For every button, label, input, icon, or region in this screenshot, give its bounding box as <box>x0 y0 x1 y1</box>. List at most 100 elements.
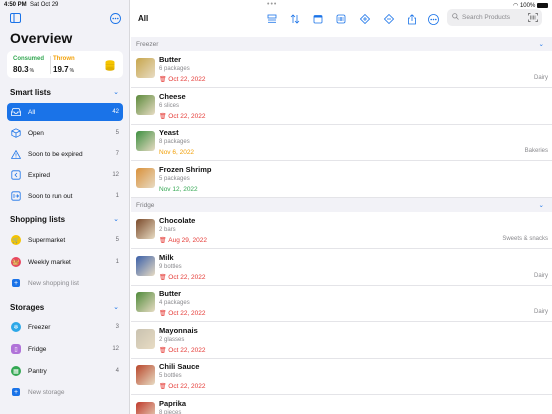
sidebar-item-label: Weekly market <box>28 258 71 266</box>
sidebar-item-label: Open <box>28 129 44 137</box>
product-quantity: 2 glasses <box>159 336 185 343</box>
sidebar-toggle-icon[interactable] <box>10 13 21 23</box>
product-name: Milk <box>159 252 174 262</box>
expiry-date-text: Aug 29, 2022 <box>168 237 207 244</box>
sidebar-item-label: Soon to be expired <box>28 150 83 158</box>
sidebar-item-label: All <box>28 108 36 116</box>
product-quantity: 8 pieces <box>159 409 182 414</box>
barcode-list-icon[interactable] <box>335 13 347 25</box>
product-name: Frozen Shrimp <box>159 164 212 174</box>
page-title: Overview <box>10 30 73 46</box>
list-item[interactable]: Milk 9 bottles 🗑 Oct 22, 2022 Dairy <box>131 250 552 286</box>
thrown-label: Thrown <box>53 56 75 62</box>
list-item[interactable]: Chocolate 2 bars 🗑 Aug 29, 2022 Sweets & sn… <box>131 213 552 249</box>
sidebar-item-fridge[interactable]: ▯ Fridge 12 <box>7 340 123 358</box>
sidebar-item-count: 42 <box>112 109 119 115</box>
expiry-date-text: Oct 22, 2022 <box>168 383 206 390</box>
chevron-down-icon[interactable]: ⌄ <box>539 40 544 48</box>
product-expiry-date: 🗑 Oct 22, 2022 <box>159 347 206 354</box>
expiry-date-text: Oct 22, 2022 <box>168 310 206 317</box>
trash-icon: 🗑 <box>159 238 169 244</box>
product-quantity: 6 packages <box>159 66 190 72</box>
list-item[interactable]: Yeast 8 packages Nov 6, 2022 Bakeries <box>131 125 552 161</box>
list-item[interactable]: Paprika 8 pieces <box>131 396 552 414</box>
sidebar-item-expired[interactable]: Expired 12 <box>7 166 123 184</box>
list-item[interactable]: Butter 6 packages 🗑 Oct 22, 2022 Dairy <box>131 52 552 88</box>
status-time: 4:50 PM Sat Oct 29 <box>4 2 58 8</box>
sidebar-item-label: Pantry <box>28 367 47 375</box>
basket-icon: 🧺 <box>11 257 21 267</box>
sidebar-item-pantry[interactable]: ▦ Pantry 4 <box>7 362 123 380</box>
new-storage-button[interactable]: + New storage <box>7 383 123 401</box>
product-name: Cheese <box>159 91 186 101</box>
product-quantity: 9 bottles <box>159 263 182 270</box>
sidebar-item-label: Soon to run out <box>28 192 73 200</box>
storages-heading: Storages <box>10 303 45 312</box>
product-thumbnail <box>136 328 155 349</box>
date-text: Sat Oct 29 <box>30 2 59 8</box>
product-name: Mayonnais <box>159 325 198 335</box>
search-field[interactable]: Search Products <box>447 9 542 26</box>
product-category: Dairy <box>533 75 548 81</box>
barcode-scan-icon[interactable] <box>528 13 538 24</box>
list-item[interactable]: Chili Sauce 5 bottles 🗑 Oct 22, 2022 <box>131 359 552 395</box>
expiry-date-text: Oct 22, 2022 <box>168 76 206 83</box>
new-shopping-list-button[interactable]: + New shopping list <box>7 274 123 292</box>
product-quantity: 2 bars <box>159 227 176 233</box>
product-expiry-date: 🗑 Oct 22, 2022 <box>159 383 206 390</box>
sidebar-item-all[interactable]: All 42 <box>7 103 123 121</box>
consumed-value: 80.3% <box>13 65 35 74</box>
expiry-date-text: Oct 22, 2022 <box>168 346 206 354</box>
more-options-icon[interactable] <box>110 13 121 24</box>
sort-icon[interactable] <box>289 13 301 25</box>
share-icon[interactable] <box>406 13 418 25</box>
more-icon[interactable] <box>427 13 439 25</box>
sidebar-item-count: 12 <box>112 346 119 352</box>
product-name: Butter <box>159 289 182 298</box>
list-item[interactable]: Cheese 6 slices 🗑 Oct 22, 2022 <box>131 89 552 125</box>
trash-icon: 🗑 <box>159 347 169 354</box>
sidebar-item-soon-expired[interactable]: Soon to be expired 7 <box>7 145 123 163</box>
sidebar-item-freezer[interactable]: ❄ Freezer 3 <box>7 318 123 336</box>
sidebar-item-label: Expired <box>28 171 51 179</box>
product-name: Chocolate <box>159 216 196 225</box>
list-item[interactable]: Mayonnais 2 glasses 🗑 Oct 22, 2022 <box>131 323 552 359</box>
trash-icon: 🗑 <box>159 311 169 317</box>
product-expiry-date: Nov 6, 2022 <box>159 149 194 156</box>
list-item[interactable]: Butter 4 packages 🗑 Oct 22, 2022 Dairy <box>131 286 552 322</box>
sidebar-item-weekly-market[interactable]: 🧺 Weekly market 1 <box>7 253 123 271</box>
sidebar-item-count: 5 <box>115 130 119 136</box>
expired-icon <box>11 170 21 180</box>
chevron-down-icon[interactable]: ⌄ <box>539 201 544 209</box>
sidebar-item-supermarket[interactable]: 🛒 Supermarket 5 <box>7 231 123 249</box>
trash-icon: 🗑 <box>159 113 169 120</box>
clock-text: 4:50 PM <box>4 2 27 8</box>
calendar-icon[interactable] <box>312 13 324 25</box>
remove-item-icon[interactable] <box>383 13 395 25</box>
layout-icon[interactable] <box>266 13 278 25</box>
chevron-down-icon[interactable]: ⌄ <box>113 88 119 96</box>
product-thumbnail <box>136 401 155 414</box>
snowflake-icon: ❄ <box>11 322 21 332</box>
fridge-icon: ▯ <box>11 344 21 354</box>
product-quantity: 5 bottles <box>159 373 182 379</box>
multitasking-dots-icon[interactable]: ••• <box>267 1 277 8</box>
sidebar-item-count: 4 <box>115 368 119 374</box>
chevron-down-icon[interactable]: ⌄ <box>113 303 119 311</box>
group-header[interactable]: Fridge ⌄ <box>131 198 552 212</box>
stats-card[interactable]: Consumed 80.3% Thrown 19.7% <box>7 51 123 78</box>
cart-icon: 🛒 <box>11 235 21 245</box>
list-item[interactable]: Frozen Shrimp 5 packages Nov 12, 2022 <box>131 162 552 198</box>
smart-lists-heading: Smart lists <box>10 88 51 97</box>
product-thumbnail <box>136 58 155 78</box>
product-quantity: 8 packages <box>159 139 190 145</box>
main-content: ••• ◠ 100% All Search Products Freezer ⌄… <box>131 0 552 414</box>
sidebar-item-run-out[interactable]: Soon to run out 1 <box>7 187 123 205</box>
add-item-icon[interactable] <box>359 13 371 25</box>
sidebar-item-open[interactable]: Open 5 <box>7 124 123 142</box>
group-header[interactable]: Freezer ⌄ <box>131 37 552 51</box>
run-out-icon <box>11 191 21 201</box>
search-placeholder: Search Products <box>462 14 511 21</box>
new-storage-label: New storage <box>28 388 65 396</box>
chevron-down-icon[interactable]: ⌄ <box>113 215 119 223</box>
